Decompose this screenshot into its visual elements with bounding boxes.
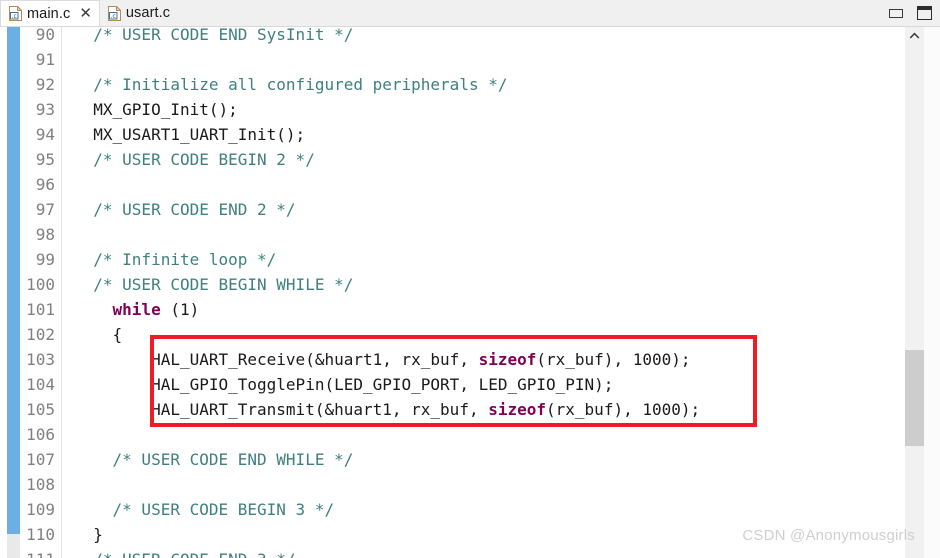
- code-text: {: [74, 325, 123, 344]
- svg-text:.c: .c: [110, 13, 115, 20]
- tab-usart-c[interactable]: .c usart.c: [100, 0, 177, 26]
- line-number: 98: [35, 225, 55, 244]
- scroll-up-icon[interactable]: [905, 27, 924, 44]
- code-comment: /* USER CODE BEGIN 2 */: [74, 150, 315, 169]
- code-comment: /* Initialize all configured peripherals…: [74, 75, 508, 94]
- code-editor-window: .c main.c ✕ .c usart.c 90 91 92 93 94 95…: [0, 0, 940, 558]
- minimize-icon[interactable]: [889, 8, 903, 18]
- close-icon[interactable]: ✕: [79, 6, 92, 21]
- code-keyword: sizeof: [488, 400, 547, 419]
- code-keyword: while: [112, 300, 161, 319]
- c-file-icon: .c: [107, 4, 122, 21]
- code-text: MX_GPIO_Init();: [74, 100, 238, 119]
- code-comment: /* USER CODE BEGIN 3 */: [74, 500, 335, 519]
- line-number: 104: [26, 375, 55, 394]
- c-file-icon: .c: [9, 5, 23, 21]
- line-number: 93: [35, 100, 55, 119]
- code-comment: /* USER CODE END WHILE */: [74, 450, 354, 469]
- line-number: 105: [26, 400, 55, 419]
- code-line: HAL_UART_Receive(&huart1, rx_buf, sizeof…: [74, 347, 894, 372]
- code-text: HAL_UART_Receive(&huart1, rx_buf,: [74, 350, 479, 369]
- maximize-icon[interactable]: [917, 6, 932, 20]
- code-line: /* USER CODE END WHILE */: [74, 447, 894, 472]
- line-number: 103: [26, 350, 55, 369]
- code-line: /* Initialize all configured peripherals…: [74, 72, 894, 97]
- line-number: 109: [26, 500, 55, 519]
- code-text: (rx_buf), 1000);: [546, 400, 701, 419]
- line-number: 99: [35, 250, 55, 269]
- line-number: 96: [35, 175, 55, 194]
- line-number: 107: [26, 450, 55, 469]
- line-number: 95: [35, 150, 55, 169]
- code-text: MX_USART1_UART_Init();: [74, 125, 306, 144]
- code-line: /* USER CODE END 2 */: [74, 197, 894, 222]
- code-line: /* USER CODE BEGIN 3 */: [74, 497, 894, 522]
- code-comment: /* USER CODE BEGIN WHILE */: [74, 275, 354, 294]
- line-number-gutter: 90 91 92 93 94 95 96 97 98 99 100 101 102 103 104 105 10…: [0, 27, 62, 558]
- code-text: HAL_GPIO_TogglePin(LED_GPIO_PORT, LED_GP…: [74, 375, 614, 394]
- code-line: /* USER CODE END SysInit */: [74, 27, 894, 47]
- line-number: 100: [26, 275, 55, 294]
- code-line: HAL_GPIO_TogglePin(LED_GPIO_PORT, LED_GP…: [74, 372, 894, 397]
- line-number: 94: [35, 125, 55, 144]
- code-line: /* Infinite loop */: [74, 247, 894, 272]
- code-line: /* USER CODE BEGIN 2 */: [74, 147, 894, 172]
- code-text: HAL_UART_Transmit(&huart1, rx_buf,: [74, 400, 489, 419]
- code-comment: /* Infinite loop */: [74, 250, 277, 269]
- scrollbar-outer-margin: [924, 27, 940, 558]
- scrollbar-thumb[interactable]: [905, 350, 924, 446]
- code-comment: /* USER CODE END 3 */: [74, 550, 295, 558]
- svg-text:.c: .c: [12, 13, 17, 20]
- code-text: }: [74, 525, 103, 544]
- vertical-scrollbar[interactable]: [905, 27, 924, 558]
- line-number: 97: [35, 200, 55, 219]
- editor-tab-bar: .c main.c ✕ .c usart.c: [0, 0, 940, 27]
- line-number: 110: [26, 525, 55, 544]
- line-number: 111: [26, 547, 55, 558]
- code-text: (1): [160, 300, 200, 319]
- code-editor-pane[interactable]: 90 91 92 93 94 95 96 97 98 99 100 101 102 103 104 105 10…: [0, 27, 940, 558]
- line-number: 106: [26, 425, 55, 444]
- code-comment: /* USER CODE END 2 */: [74, 200, 296, 219]
- line-number: 101: [26, 300, 55, 319]
- source-code-text[interactable]: /* USER CODE END SysInit */ /* Initializ…: [74, 27, 894, 558]
- line-number: 91: [35, 50, 55, 69]
- code-line: MX_GPIO_Init();: [74, 97, 894, 122]
- line-number-list: 90 91 92 93 94 95 96 97 98 99 100 101 102 103 104 105 10…: [26, 27, 55, 558]
- code-line: MX_USART1_UART_Init();: [74, 122, 894, 147]
- line-number: 92: [35, 75, 55, 94]
- code-keyword: sizeof: [478, 350, 537, 369]
- code-line: while (1): [74, 297, 894, 322]
- code-line: /* USER CODE END 3 */: [74, 547, 894, 558]
- watermark: CSDN @Anonymousgirls: [742, 527, 915, 544]
- code-comment: /* USER CODE END SysInit */: [74, 27, 354, 44]
- window-controls: [889, 2, 932, 24]
- tab-label: usart.c: [125, 5, 171, 21]
- code-text: (rx_buf), 1000);: [536, 350, 691, 369]
- line-number: 102: [26, 325, 55, 344]
- line-number: 90: [35, 27, 55, 44]
- tab-main-c[interactable]: .c main.c ✕: [0, 0, 100, 26]
- line-number: 108: [26, 475, 55, 494]
- tab-label: main.c: [27, 5, 71, 22]
- code-line: /* USER CODE BEGIN WHILE */: [74, 272, 894, 297]
- code-line: HAL_UART_Transmit(&huart1, rx_buf, sizeo…: [74, 397, 894, 422]
- code-line: {: [74, 322, 894, 347]
